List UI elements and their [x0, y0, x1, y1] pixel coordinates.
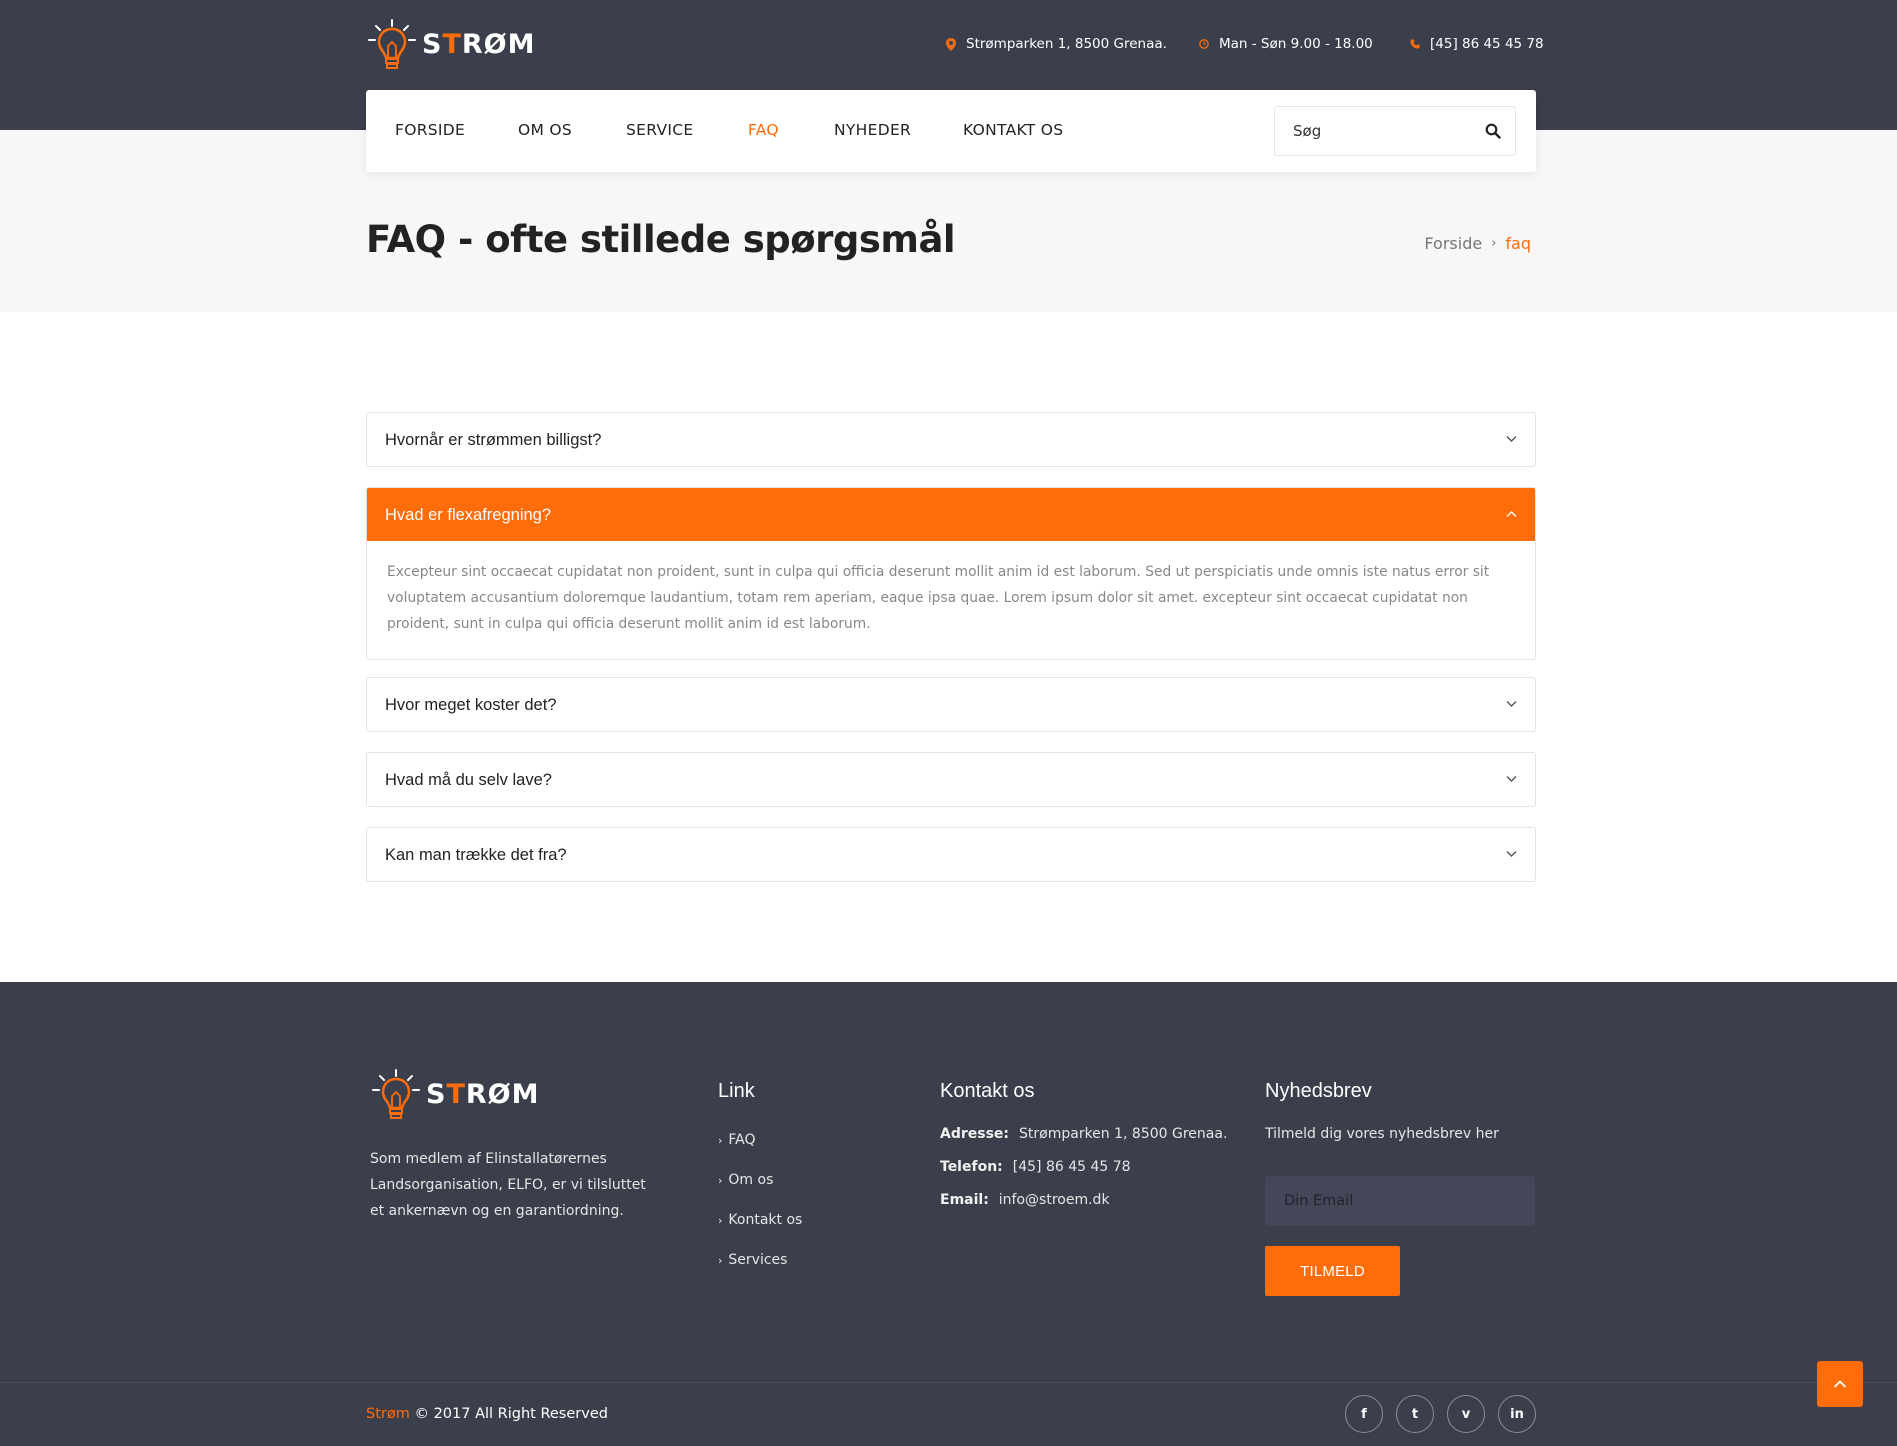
page-title: FAQ - ofte stillede spørgsmål: [366, 218, 956, 261]
faq-item: Hvad må du selv lave?: [366, 752, 1536, 807]
vimeo-icon[interactable]: v: [1447, 1395, 1485, 1433]
footer-logo[interactable]: STRØM: [370, 1068, 540, 1120]
footer-links-heading: Link: [718, 1080, 755, 1102]
copyright: Strøm © 2017 All Right Reserved: [366, 1406, 608, 1422]
footer-contact-phone[interactable]: Telefon: [45] 86 45 45 78: [940, 1159, 1131, 1175]
footer-contact-email[interactable]: Email: info@stroem.dk: [940, 1192, 1110, 1208]
header-address-text: Strømparken 1, 8500 Grenaa.: [966, 36, 1167, 52]
phone-icon: [1410, 39, 1420, 49]
header-phone-text: [45] 86 45 45 78: [1430, 36, 1544, 52]
breadcrumb-separator-icon: ›: [1491, 236, 1497, 251]
chevron-down-icon: [1506, 701, 1517, 707]
footer-contact-heading: Kontakt os: [940, 1080, 1035, 1102]
footer-link-services[interactable]: › Services: [718, 1252, 787, 1268]
nav-item-om-os[interactable]: OM OS: [518, 121, 572, 139]
footer-link-om-os[interactable]: › Om os: [718, 1172, 773, 1188]
chevron-right-icon: ›: [718, 1174, 723, 1187]
logo-wordmark: STRØM: [426, 1078, 540, 1110]
faq-question-toggle[interactable]: Hvor meget koster det?: [367, 678, 1535, 731]
linkedin-icon[interactable]: in: [1498, 1395, 1536, 1433]
nav-item-nyheder[interactable]: NYHEDER: [834, 121, 911, 139]
footer-contact-address: Adresse: Strømparken 1, 8500 Grenaa.: [940, 1126, 1228, 1142]
chevron-down-icon: [1506, 776, 1517, 782]
search-icon[interactable]: [1485, 123, 1501, 139]
facebook-icon[interactable]: f: [1345, 1395, 1383, 1433]
newsletter-email-input[interactable]: [1265, 1176, 1535, 1226]
faq-question: Hvad må du selv lave?: [385, 771, 552, 789]
breadcrumb-current: faq: [1505, 234, 1531, 253]
footer-divider: [0, 1382, 1897, 1383]
back-to-top-button[interactable]: [1817, 1361, 1863, 1407]
faq-question-toggle[interactable]: Hvad må du selv lave?: [367, 753, 1535, 806]
faq-question: Hvornår er strømmen billigst?: [385, 431, 602, 449]
clock-icon: [1199, 39, 1209, 49]
faq-item: Kan man trække det fra?: [366, 827, 1536, 882]
faq-item: Hvor meget koster det?: [366, 677, 1536, 732]
chevron-down-icon: [1506, 436, 1517, 442]
faq-question: Hvor meget koster det?: [385, 696, 557, 714]
chevron-right-icon: ›: [718, 1214, 723, 1227]
chevron-up-icon: [1833, 1380, 1847, 1388]
faq-question-toggle[interactable]: Kan man trække det fra?: [367, 828, 1535, 881]
site-footer: STRØM Som medlem af Elinstallatørernes L…: [0, 982, 1897, 1446]
faq-item: Hvornår er strømmen billigst?: [366, 412, 1536, 467]
faq-answer: Excepteur sint occaecat cupidatat non pr…: [387, 564, 1490, 632]
breadcrumb-home-link[interactable]: Forside: [1424, 234, 1482, 253]
nav-item-kontakt-os[interactable]: KONTAKT OS: [963, 121, 1063, 139]
nav-item-faq[interactable]: FAQ: [748, 121, 779, 139]
chevron-right-icon: ›: [718, 1254, 723, 1267]
newsletter-description: Tilmeld dig vores nyhedsbrev her: [1265, 1126, 1499, 1142]
faq-item-open: Hvad er flexafregning? Excepteur sint oc…: [366, 487, 1536, 660]
header-address: Strømparken 1, 8500 Grenaa.: [946, 36, 1167, 52]
faq-question: Hvad er flexafregning?: [385, 506, 552, 524]
header-phone[interactable]: [45] 86 45 45 78: [1410, 36, 1544, 52]
main-navigation: FORSIDE OM OS SERVICE FAQ NYHEDER KONTAK…: [366, 90, 1536, 172]
nav-item-forside[interactable]: FORSIDE: [395, 121, 465, 139]
subscribe-button[interactable]: TILMELD: [1265, 1246, 1400, 1296]
footer-link-faq[interactable]: › FAQ: [718, 1132, 756, 1148]
header-hours: Man - Søn 9.00 - 18.00: [1199, 36, 1373, 52]
map-pin-icon: [946, 37, 956, 51]
breadcrumb: Forside › faq: [1424, 234, 1531, 253]
faq-question-toggle[interactable]: Hvad er flexafregning?: [367, 488, 1535, 541]
search-box: [1274, 106, 1516, 156]
faq-question: Kan man trække det fra?: [385, 846, 567, 864]
chevron-down-icon: [1506, 851, 1517, 857]
search-input[interactable]: [1293, 119, 1473, 143]
header-hours-text: Man - Søn 9.00 - 18.00: [1219, 36, 1373, 52]
faq-question-toggle[interactable]: Hvornår er strømmen billigst?: [367, 413, 1535, 466]
twitter-icon[interactable]: t: [1396, 1395, 1434, 1433]
footer-link-kontakt-os[interactable]: › Kontakt os: [718, 1212, 802, 1228]
header-contact-info: Strømparken 1, 8500 Grenaa. Man - Søn 9.…: [0, 36, 1897, 56]
nav-item-service[interactable]: SERVICE: [626, 121, 693, 139]
lightbulb-logo-icon: [372, 1069, 420, 1119]
chevron-up-icon: [1506, 511, 1517, 517]
footer-about-text: Som medlem af Elinstallatørernes Landsor…: [370, 1151, 646, 1219]
chevron-right-icon: ›: [718, 1134, 723, 1147]
footer-newsletter-heading: Nyhedsbrev: [1265, 1080, 1372, 1102]
